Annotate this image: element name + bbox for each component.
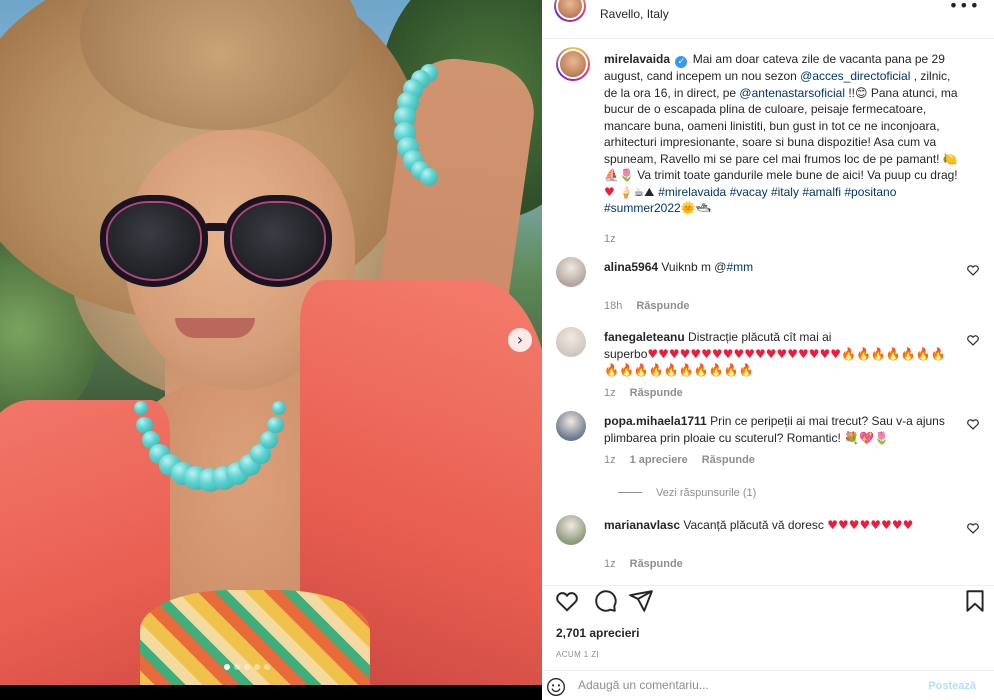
commenter-username[interactable]: popa.mihaela1711 <box>604 414 710 428</box>
comment-like-heart-icon[interactable] <box>966 417 980 431</box>
comment-meta: 1z Răspunde <box>604 558 683 570</box>
carousel-dot <box>254 664 260 670</box>
post-location[interactable]: Ravello, Italy <box>600 7 669 21</box>
comment-meta: 1z Răspunde <box>604 387 683 399</box>
share-send-icon[interactable] <box>628 588 654 614</box>
caption-time[interactable]: 1z <box>604 233 616 245</box>
sunglasses-lens-left <box>100 195 208 287</box>
commenter-username[interactable]: fanegaleteanu <box>604 330 688 344</box>
patterned-top <box>140 590 370 685</box>
reply-button[interactable]: Răspunde <box>630 387 683 399</box>
carousel-dot <box>264 664 270 670</box>
save-bookmark-icon[interactable] <box>962 588 988 614</box>
text-segment: Vacanță plăcută vă doresc <box>683 518 828 532</box>
commenter-avatar[interactable] <box>556 515 586 545</box>
post-header: Ravello, Italy ••• <box>542 0 994 30</box>
turquoise-bead <box>267 416 284 433</box>
reply-button[interactable]: Răspunde <box>636 300 689 312</box>
emoji: 🍦☕⛰ <box>614 184 659 199</box>
view-replies-button[interactable]: Vezi răspunsurile (1) <box>618 487 756 499</box>
post-modal: › Ravello, Italy ••• mirelavaida ✓ Mai a… <box>0 0 994 700</box>
mention-or-hashtag-link[interactable]: #positano <box>844 185 896 199</box>
add-comment-input[interactable] <box>578 678 898 692</box>
mention-or-hashtag-link[interactable]: #amalfi <box>802 185 841 199</box>
heart-emoji: ♥ <box>604 184 615 199</box>
commenter-username[interactable]: marianavlasc <box>604 518 683 532</box>
reply-button[interactable]: Răspunde <box>630 558 683 570</box>
mention-or-hashtag-link[interactable]: #italy <box>771 185 799 199</box>
like-heart-icon[interactable] <box>554 588 580 614</box>
carousel-dot <box>244 664 250 670</box>
caption-body: Mai am doar cateva zile de vacanta pana … <box>604 52 958 215</box>
mention-or-hashtag-link[interactable]: @antenastarsoficial <box>739 86 845 100</box>
caption-text: mirelavaida ✓ Mai am doar cateva zile de… <box>604 51 966 217</box>
comment-time[interactable]: 1z <box>604 387 616 399</box>
sunglasses-lens-right <box>224 195 332 287</box>
mention-or-hashtag-link[interactable]: @acces_directoficial <box>800 69 910 83</box>
comments-scroll-area[interactable]: mirelavaida ✓ Mai am doar cateva zile de… <box>542 38 994 573</box>
post-comment-button[interactable]: Postează <box>928 680 976 692</box>
smile <box>175 318 255 338</box>
sunglasses <box>100 195 335 295</box>
comment-like-heart-icon[interactable] <box>966 333 980 347</box>
verified-badge-icon: ✓ <box>675 56 688 68</box>
comment-meta: 1z 1 apreciere Răspunde <box>604 454 755 466</box>
comment-text: marianavlasc Vacanță plăcută vă doresc ♥… <box>604 517 954 534</box>
text-segment: Vuiknb m @ <box>661 260 727 274</box>
heart-emoji: ♥♥♥♥♥♥♥♥ <box>827 518 914 532</box>
commenter-avatar[interactable] <box>556 257 586 287</box>
mention-or-hashtag-link[interactable]: #vacay <box>730 185 768 199</box>
author-avatar[interactable] <box>554 0 586 22</box>
comment-like-heart-icon[interactable] <box>966 521 980 535</box>
comment-time[interactable]: 18h <box>604 300 622 312</box>
text-segment: !! <box>845 85 856 100</box>
emoji: 😊 <box>855 85 868 100</box>
more-options-icon[interactable]: ••• <box>949 0 980 15</box>
commenter-avatar[interactable] <box>556 327 586 357</box>
mention-or-hashtag-link[interactable]: #mm <box>726 260 753 274</box>
comment-bubble-icon[interactable] <box>592 588 618 614</box>
commenter-avatar[interactable] <box>556 411 586 441</box>
emoji: 💐💖🌷 <box>844 430 889 445</box>
comment-like-heart-icon[interactable] <box>966 263 980 277</box>
post-side-panel: Ravello, Italy ••• mirelavaida ✓ Mai am … <box>542 0 994 700</box>
comment-text: fanegaleteanu Distracție plăcută cît mai… <box>604 329 954 379</box>
comment-likes[interactable]: 1 apreciere <box>630 454 688 466</box>
emoji: 🌞🛥 <box>680 201 711 215</box>
likes-count[interactable]: 2,701 aprecieri <box>556 626 639 640</box>
post-age[interactable]: ACUM 1 ZI <box>556 650 599 659</box>
comment-item: popa.mihaela1711 Prin ce peripeții ai ma… <box>556 411 986 501</box>
heart-emoji: ♥♥♥♥♥♥♥♥♥♥♥♥♥♥♥♥♥♥ <box>647 346 842 361</box>
add-comment-bar: Postează <box>542 670 994 700</box>
reply-button[interactable]: Răspunde <box>702 454 755 466</box>
comment-text: popa.mihaela1711 Prin ce peripeții ai ma… <box>604 413 954 446</box>
comment-text: alina5964 Vuiknb m @#mm <box>604 259 954 276</box>
post-photo[interactable]: › <box>0 0 542 685</box>
mention-or-hashtag-link[interactable]: #summer2022 <box>604 201 681 215</box>
mention-or-hashtag-link[interactable]: #mirelavaida <box>658 185 726 199</box>
carousel-dot <box>234 664 240 670</box>
next-image-button[interactable]: › <box>508 328 532 352</box>
text-segment: Va trimit toate gandurile mele bune de a… <box>633 168 958 182</box>
carousel-dot <box>224 664 230 670</box>
comment-meta: 18h Răspunde <box>604 300 690 312</box>
comment-time[interactable]: 1z <box>604 454 616 466</box>
comment-time[interactable]: 1z <box>604 558 616 570</box>
caption-username[interactable]: mirelavaida <box>604 52 670 66</box>
carousel-dots <box>224 664 270 670</box>
emoji-picker-icon[interactable] <box>546 677 566 697</box>
commenter-username[interactable]: alina5964 <box>604 260 661 274</box>
caption-author-avatar[interactable] <box>556 47 590 81</box>
action-bar <box>542 585 994 615</box>
